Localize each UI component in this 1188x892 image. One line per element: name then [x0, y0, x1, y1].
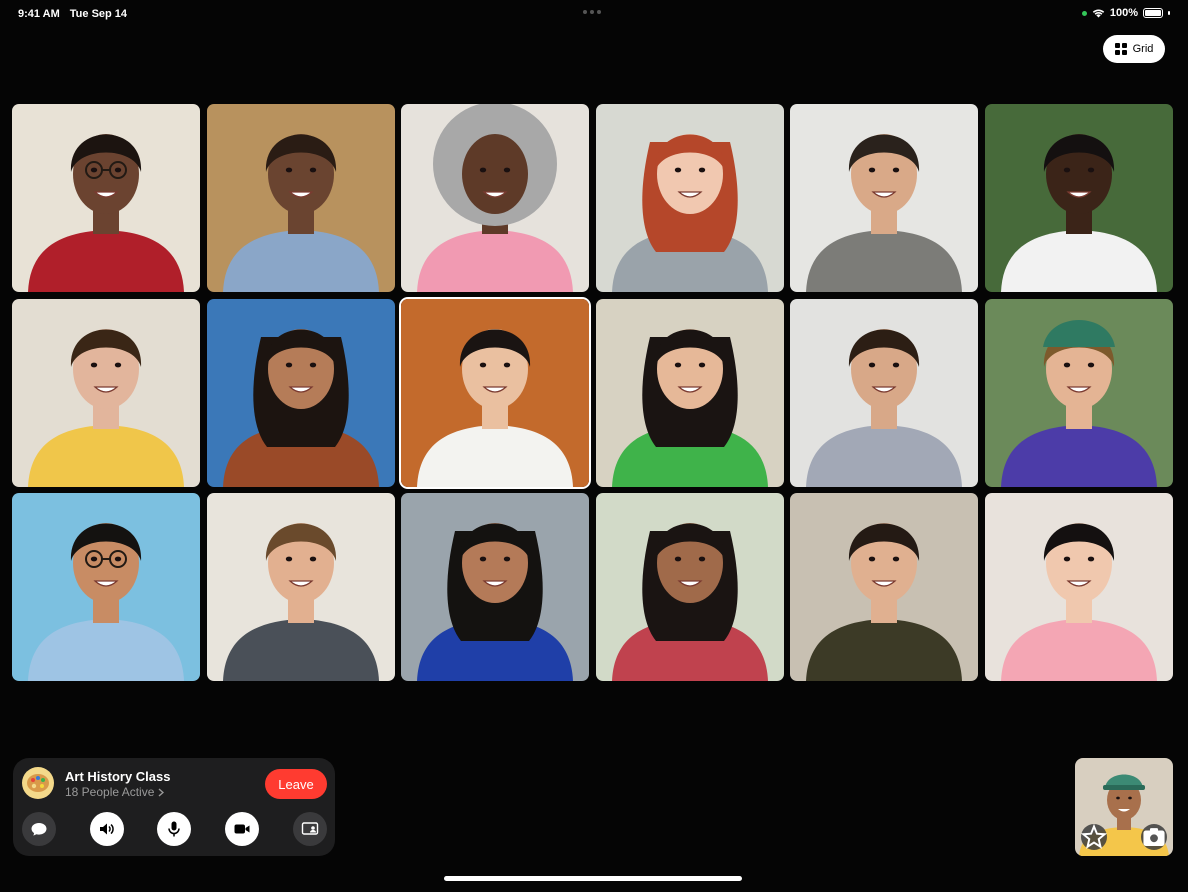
- facetime-screen: 9:41 AM Tue Sep 14 100% Grid Art History…: [0, 0, 1188, 892]
- screen-share-icon: [301, 822, 319, 835]
- status-time: 9:41 AM: [18, 8, 60, 20]
- participant-tile[interactable]: [206, 298, 395, 487]
- self-view-tile[interactable]: [1075, 758, 1173, 856]
- mute-button[interactable]: [157, 812, 191, 846]
- participant-tile[interactable]: [206, 104, 395, 292]
- participant-tile[interactable]: [12, 493, 200, 682]
- participant-video: [790, 493, 979, 682]
- flip-camera-button[interactable]: [1141, 824, 1167, 850]
- battery-percent: 100%: [1109, 7, 1138, 19]
- participant-video: [206, 493, 395, 682]
- call-control-panel: Art History Class 18 People Active Leave: [13, 758, 335, 856]
- participant-video: [12, 493, 200, 682]
- participant-tile[interactable]: [401, 493, 590, 682]
- wifi-icon: [1092, 9, 1105, 18]
- palette-icon: [27, 774, 49, 792]
- effects-button[interactable]: [1081, 824, 1107, 850]
- speaker-button[interactable]: [90, 812, 124, 846]
- camera-button[interactable]: [225, 812, 259, 846]
- participant-video: [12, 298, 200, 487]
- participant-tile[interactable]: [595, 104, 784, 292]
- microphone-icon: [168, 821, 180, 837]
- participant-tile[interactable]: [790, 104, 979, 292]
- participant-tile[interactable]: [985, 493, 1173, 682]
- star-effects-icon: [1081, 824, 1107, 849]
- message-bubble-icon: [31, 823, 47, 836]
- status-bar: 9:41 AM Tue Sep 14 100%: [0, 0, 1188, 28]
- participant-video: [401, 298, 590, 487]
- participant-video: [595, 298, 784, 487]
- participant-tile[interactable]: [12, 298, 200, 487]
- participant-tile[interactable]: [985, 104, 1173, 292]
- participant-tile[interactable]: [790, 493, 979, 682]
- messages-button[interactable]: [22, 812, 56, 846]
- participant-tile[interactable]: [401, 298, 590, 487]
- grid-layout-button[interactable]: Grid: [1103, 35, 1165, 63]
- leave-button[interactable]: Leave: [265, 769, 327, 799]
- people-active-count: 18 People Active: [65, 785, 155, 799]
- flip-camera-icon: [1143, 828, 1165, 846]
- participant-video: [12, 104, 200, 292]
- participant-video: [790, 104, 979, 292]
- participant-video: [985, 104, 1173, 292]
- participant-video: [985, 493, 1173, 682]
- home-indicator[interactable]: [444, 876, 742, 881]
- participant-video: [595, 493, 784, 682]
- participant-video: [595, 104, 784, 292]
- participant-tile[interactable]: [206, 493, 395, 682]
- participant-tile[interactable]: [401, 104, 590, 292]
- grid-button-label: Grid: [1132, 43, 1154, 55]
- participant-video: [790, 298, 979, 487]
- participant-video: [206, 298, 395, 487]
- participant-tile[interactable]: [595, 298, 784, 487]
- multitasking-dots-icon[interactable]: [583, 10, 601, 14]
- chevron-right-icon: [158, 787, 165, 797]
- call-title: Art History Class: [65, 769, 171, 784]
- grid-icon: [1114, 43, 1127, 55]
- participant-tile[interactable]: [985, 298, 1173, 487]
- participant-tile[interactable]: [12, 104, 200, 292]
- speaker-icon: [100, 823, 114, 835]
- video-camera-icon: [234, 824, 250, 834]
- participant-tile[interactable]: [595, 493, 784, 682]
- group-avatar[interactable]: [22, 767, 54, 799]
- participant-video: [985, 298, 1173, 487]
- participant-video: [206, 104, 395, 292]
- participant-video: [401, 493, 590, 682]
- battery-icon: [1143, 8, 1163, 18]
- people-active-link[interactable]: 18 People Active: [65, 785, 165, 799]
- status-date: Tue Sep 14: [69, 8, 128, 20]
- participant-tile[interactable]: [790, 298, 979, 487]
- camera-in-use-indicator: [1081, 10, 1087, 16]
- participant-video: [401, 104, 590, 292]
- shareplay-button[interactable]: [293, 812, 327, 846]
